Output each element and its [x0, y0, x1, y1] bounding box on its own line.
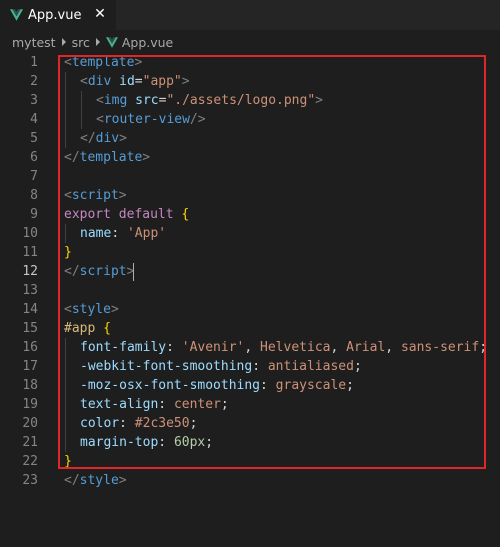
tab-bar: App.vue ✕	[0, 0, 500, 30]
vue-icon	[10, 9, 23, 21]
line-number: 17	[22, 359, 38, 374]
tab-label: App.vue	[28, 7, 82, 23]
line-number: 15	[22, 321, 38, 336]
line-number: 22	[22, 454, 38, 469]
line-number: 12	[22, 264, 38, 279]
line-number: 20	[22, 416, 38, 431]
line-number: 14	[22, 302, 38, 317]
line-number: 11	[22, 245, 38, 260]
line-number: 23	[22, 473, 38, 488]
chevron-right-icon	[61, 38, 66, 46]
chevron-right-icon	[95, 38, 100, 46]
highlight-box	[58, 55, 486, 469]
line-number: 18	[22, 378, 38, 393]
line-number: 6	[30, 150, 38, 165]
vue-icon	[105, 36, 118, 48]
line-number: 7	[30, 169, 38, 184]
line-number: 13	[22, 283, 38, 298]
line-number: 10	[22, 226, 38, 241]
line-number: 5	[30, 131, 38, 146]
breadcrumb-item-app-vue[interactable]: App.vue	[122, 35, 173, 50]
breadcrumb-item-mytest[interactable]: mytest	[12, 35, 56, 50]
close-icon[interactable]: ✕	[92, 6, 108, 22]
breadcrumb: mytest src App.vue	[0, 31, 500, 53]
breadcrumb-item-src[interactable]: src	[72, 35, 90, 50]
tab-app-vue[interactable]: App.vue ✕	[0, 0, 116, 30]
line-number: 8	[30, 188, 38, 203]
line-number: 3	[30, 93, 38, 108]
line-number: 9	[30, 207, 38, 222]
line-number: 16	[22, 340, 38, 355]
line-number: 1	[30, 55, 38, 70]
code-line: 23 </style>	[0, 471, 500, 490]
line-number: 4	[30, 112, 38, 127]
line-number: 2	[30, 74, 38, 89]
line-number: 21	[22, 435, 38, 450]
line-content: </style>	[64, 473, 127, 488]
line-number: 19	[22, 397, 38, 412]
